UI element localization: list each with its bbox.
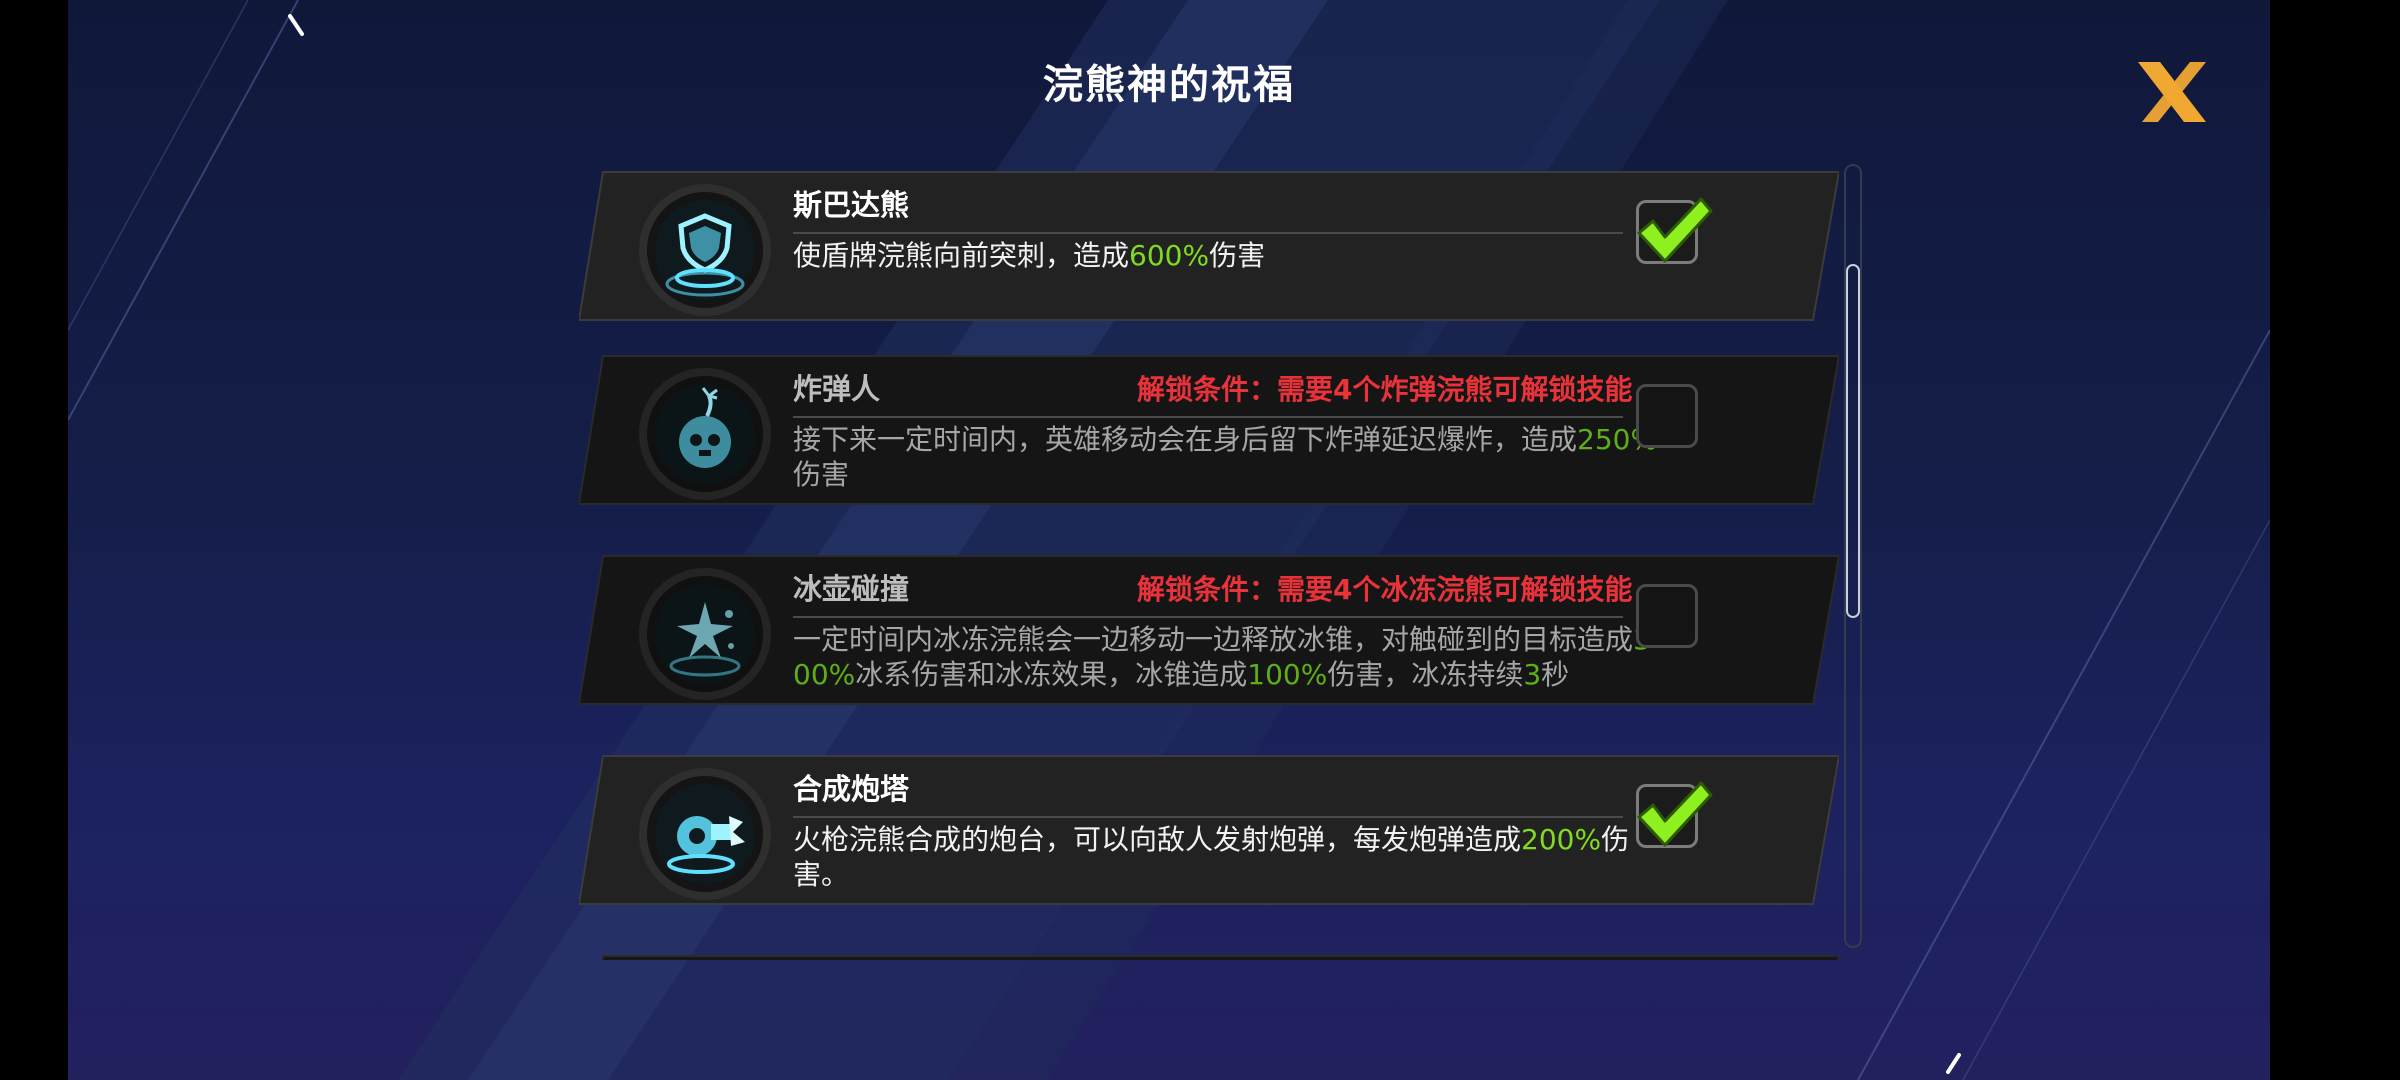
highlight-value: 3	[1523, 658, 1542, 691]
checkmark-icon	[1637, 197, 1713, 263]
description-text: 伤害，冰冻持续	[1327, 658, 1524, 691]
snowflake-icon	[639, 568, 771, 700]
divider	[793, 416, 1623, 418]
close-button[interactable]	[2130, 56, 2214, 128]
skill-name: 炸弹人	[793, 372, 881, 406]
skill-description: 火枪浣熊合成的炮台，可以向敌人发射炮弹，每发炮弹造成200%伤害。	[793, 822, 1661, 892]
skill-name: 冰壶碰撞	[793, 572, 910, 606]
select-checkbox[interactable]	[1636, 197, 1713, 264]
skill-card[interactable]: 斯巴达熊 使盾牌浣熊向前突刺，造成600%伤害	[579, 166, 1839, 326]
divider	[793, 816, 1623, 818]
unlock-condition: 解锁条件：需要4个冰冻浣熊可解锁技能	[1137, 573, 1633, 606]
select-checkbox[interactable]	[1636, 384, 1698, 448]
scrollbar-thumb[interactable]	[1846, 264, 1860, 618]
skill-name: 合成炮塔	[793, 772, 910, 806]
highlight-value: 200%	[1521, 823, 1602, 856]
description-text: 使盾牌浣熊向前突刺，造成	[793, 239, 1130, 272]
skill-list[interactable]: 斯巴达熊 使盾牌浣熊向前突刺，造成600%伤害 炸弹人 解锁条件：需要4个炸弹浣…	[579, 160, 1839, 960]
description-text: 一定时间内冰冻浣熊会一边移动一边释放冰锥，对触碰到的目标造成	[793, 623, 1634, 656]
select-checkbox[interactable]	[1636, 781, 1713, 848]
skill-card[interactable]: 炸弹人 解锁条件：需要4个炸弹浣熊可解锁技能 接下来一定时间内，英雄移动会在身后…	[579, 350, 1839, 510]
description-text: 接下来一定时间内，英雄移动会在身后留下炸弹延迟爆炸，造成	[793, 423, 1578, 456]
skill-icon-slot	[637, 366, 773, 502]
divider	[793, 232, 1623, 234]
description-text: 冰系伤害和冰冻效果，冰锥造成	[855, 658, 1248, 691]
skill-description: 使盾牌浣熊向前突刺，造成600%伤害	[793, 238, 1661, 273]
skill-description: 接下来一定时间内，英雄移动会在身后留下炸弹延迟爆炸，造成250%伤害	[793, 422, 1661, 492]
skill-icon-slot	[637, 566, 773, 702]
description-text: 秒	[1541, 658, 1570, 691]
select-checkbox[interactable]	[1636, 584, 1698, 648]
close-x-icon	[2138, 62, 2206, 122]
card-background	[601, 955, 1839, 960]
skill-icon-slot	[637, 766, 773, 902]
skill-card[interactable]: 冰壶碰撞 解锁条件：需要4个冰冻浣熊可解锁技能 一定时间内冰冻浣熊会一边移动一边…	[579, 550, 1839, 710]
dialog-title: 浣熊神的祝福	[1043, 62, 1295, 108]
skill-description: 一定时间内冰冻浣熊会一边移动一边释放冰锥，对触碰到的目标造成300%冰系伤害和冰…	[793, 622, 1661, 692]
highlight-value: 100%	[1247, 658, 1328, 691]
checkmark-icon	[1637, 781, 1713, 847]
game-dialog-background: 浣熊神的祝福 斯巴达熊 使盾牌浣熊向前突刺，造成600%伤害 炸弹人 解锁条件：…	[68, 0, 2270, 1080]
divider	[793, 616, 1623, 618]
description-text: 伤害	[1209, 239, 1266, 272]
description-text: 火枪浣熊合成的炮台，可以向敌人发射炮弹，每发炮弹造成	[793, 823, 1522, 856]
shield-icon	[639, 184, 771, 316]
description-text: 伤害	[793, 458, 850, 491]
skill-name: 斯巴达熊	[793, 188, 910, 222]
bomb-icon	[639, 368, 771, 500]
skill-card[interactable]: 合成炮塔 火枪浣熊合成的炮台，可以向敌人发射炮弹，每发炮弹造成200%伤害。	[579, 750, 1839, 910]
cannon-turret-icon	[639, 768, 771, 900]
highlight-value: 600%	[1129, 239, 1210, 272]
skill-card-partial[interactable]	[579, 950, 1839, 960]
unlock-condition: 解锁条件：需要4个炸弹浣熊可解锁技能	[1137, 373, 1633, 406]
skill-icon-slot	[637, 182, 773, 318]
